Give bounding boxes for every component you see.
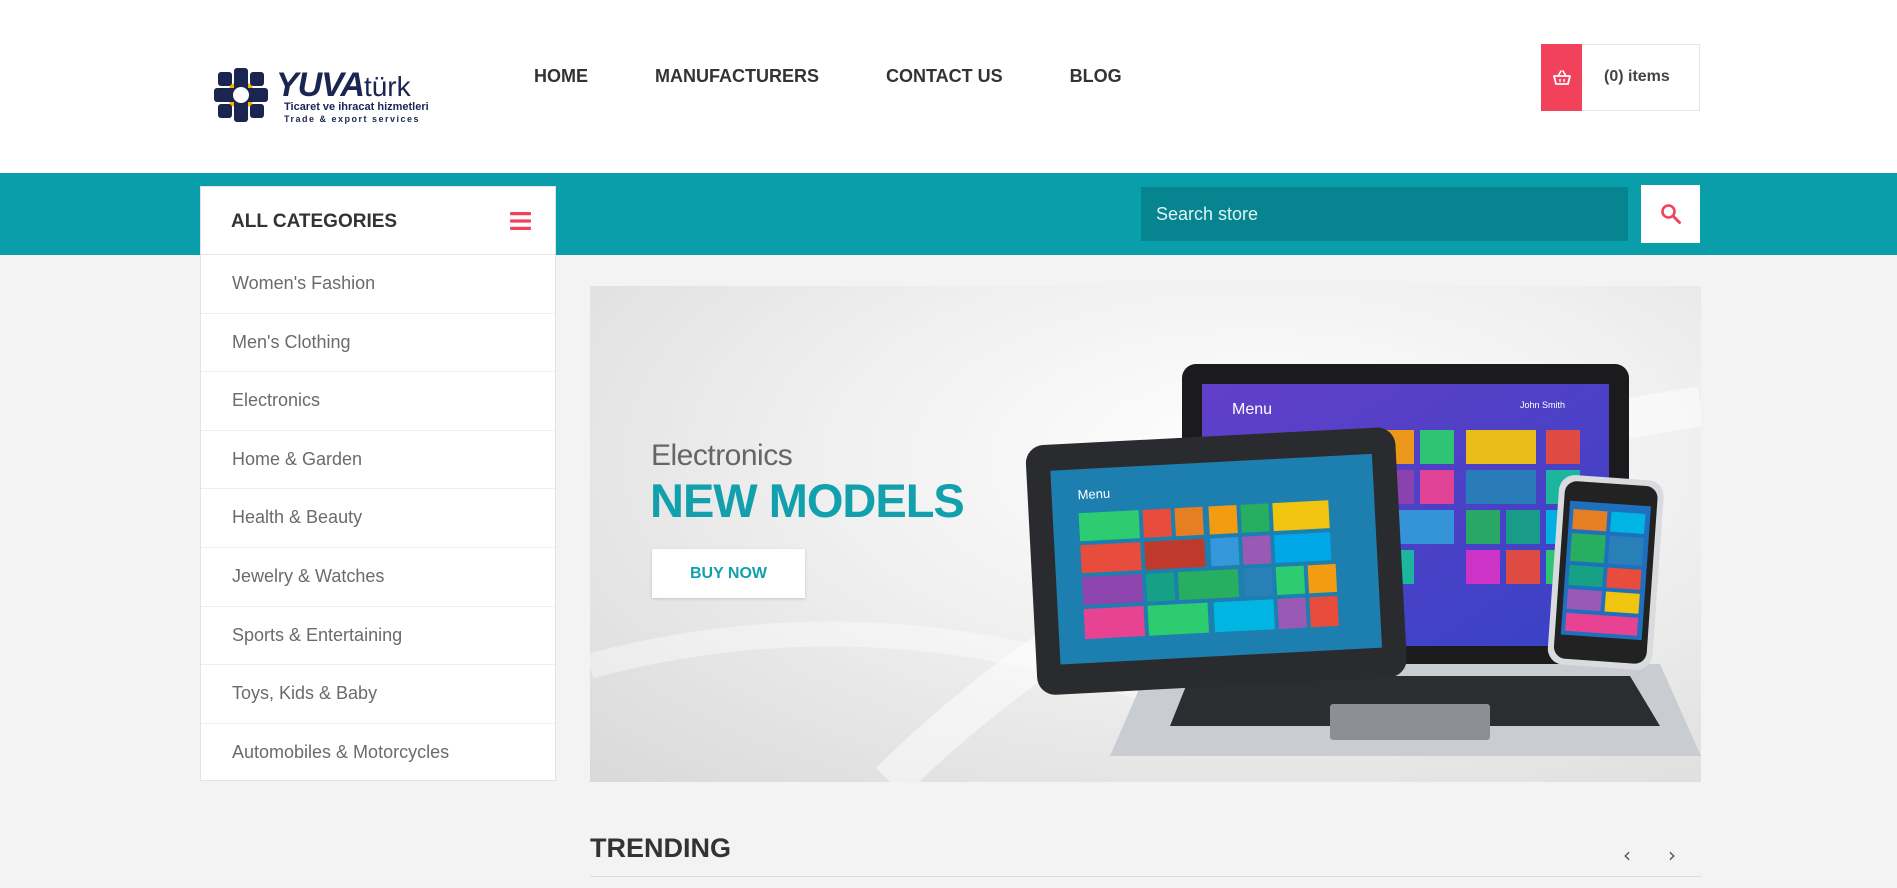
category-item[interactable]: Automobiles & Motorcycles xyxy=(201,724,555,783)
category-item[interactable]: Home & Garden xyxy=(201,431,555,490)
trending-divider xyxy=(590,876,1701,877)
logo-tagline-en: Trade & export services xyxy=(284,114,421,124)
category-label: Home & Garden xyxy=(232,448,363,469)
cart-button[interactable]: (0) items xyxy=(1541,44,1700,111)
logo-gear-icon xyxy=(214,68,268,122)
devices-illustration: Menu John Smith Menu xyxy=(590,364,1701,782)
chevron-left-icon[interactable]: ‹ xyxy=(1623,843,1631,867)
cart-count-label: (0) items xyxy=(1604,68,1670,85)
hamburger-icon[interactable] xyxy=(510,212,531,230)
category-label: Women's Fashion xyxy=(232,273,376,293)
category-label: Men's Clothing xyxy=(232,331,351,352)
nav-contact-us[interactable]: CONTACT US xyxy=(886,66,1003,87)
nav-home[interactable]: HOME xyxy=(534,66,588,87)
laptop-screen-menu: Menu xyxy=(1232,401,1272,418)
category-item[interactable]: Jewelry & Watches xyxy=(201,548,555,607)
nav-manufacturers[interactable]: MANUFACTURERS xyxy=(655,66,819,87)
laptop-screen-user: John Smith xyxy=(1520,400,1565,410)
search-input[interactable] xyxy=(1141,187,1628,241)
category-item[interactable]: Sports & Entertaining xyxy=(201,607,555,666)
category-label: Jewelry & Watches xyxy=(232,565,385,586)
basket-icon xyxy=(1541,44,1582,111)
hero-banner[interactable]: Menu John Smith Menu Electronics NEW MOD… xyxy=(590,286,1701,782)
logo-name-bold: YUVA xyxy=(276,66,365,104)
category-label: Toys, Kids & Baby xyxy=(232,683,378,704)
category-label: Automobiles & Motorcycles xyxy=(232,741,450,762)
logo-name-light: türk xyxy=(363,71,411,102)
category-item[interactable]: Women's Fashion xyxy=(201,255,555,314)
site-header: YUVAtürk Ticaret ve ihracat hizmetleri T… xyxy=(0,0,1897,173)
banner-title: NEW MODELS xyxy=(650,474,965,527)
chevron-right-icon[interactable]: › xyxy=(1668,843,1676,867)
categories-panel: ALL CATEGORIES Women's Fashion Men's Clo… xyxy=(200,186,556,781)
category-item[interactable]: Toys, Kids & Baby xyxy=(201,665,555,724)
tablet-screen-menu: Menu xyxy=(1077,486,1110,503)
category-item[interactable]: Electronics xyxy=(201,372,555,431)
search-icon xyxy=(1660,204,1681,224)
site-logo[interactable]: YUVAtürk Ticaret ve ihracat hizmetleri T… xyxy=(212,66,442,126)
categories-title: ALL CATEGORIES xyxy=(231,211,398,232)
category-list: Women's Fashion Men's Clothing Electroni… xyxy=(201,255,555,782)
category-label: Health & Beauty xyxy=(232,507,363,528)
category-label: Electronics xyxy=(232,390,321,411)
category-item[interactable]: Health & Beauty xyxy=(201,489,555,548)
buy-now-button[interactable]: BUY NOW xyxy=(652,549,805,598)
logo-wordmark: YUVAtürk xyxy=(276,66,411,105)
category-item[interactable]: Men's Clothing xyxy=(201,314,555,373)
trending-heading: TRENDING xyxy=(590,833,731,863)
search-button[interactable] xyxy=(1641,185,1700,243)
category-label: Sports & Entertaining xyxy=(232,624,403,645)
categories-header[interactable]: ALL CATEGORIES xyxy=(201,187,555,255)
nav-blog[interactable]: BLOG xyxy=(1070,66,1122,87)
logo-tagline: Ticaret ve ihracat hizmetleri xyxy=(284,101,429,113)
main-navigation: HOME MANUFACTURERS CONTACT US BLOG xyxy=(534,66,1189,87)
banner-subtitle: Electronics xyxy=(651,439,793,472)
